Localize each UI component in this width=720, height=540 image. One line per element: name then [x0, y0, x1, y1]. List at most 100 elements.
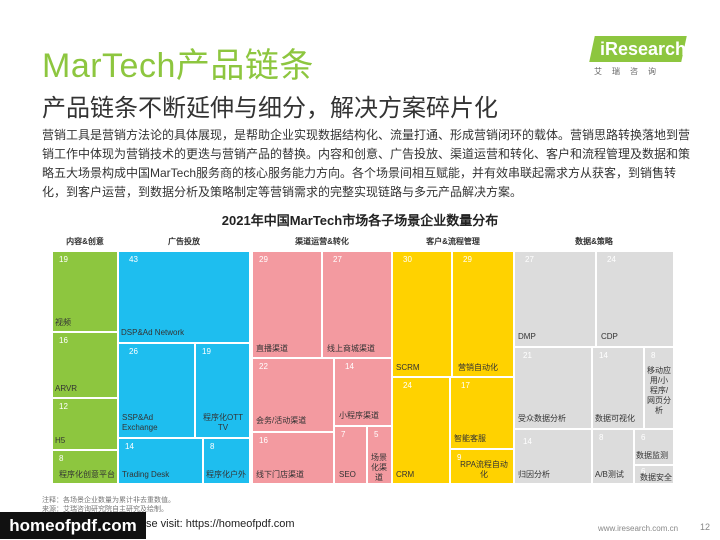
- cell-label: 小程序渠道: [339, 411, 379, 420]
- cell-value: 17: [461, 381, 470, 390]
- logo-text: iResearch: [600, 39, 687, 59]
- cell-label: 数据安全: [640, 473, 672, 482]
- cell-label: SSP&Ad Exchange: [122, 413, 158, 432]
- cell-value: 24: [403, 381, 412, 390]
- treemap-cell: 19 视频: [52, 251, 118, 332]
- treemap-cell: 26 SSP&Ad Exchange: [118, 343, 195, 438]
- cell-label: 程序化户外: [206, 470, 246, 479]
- page-number: 12: [700, 522, 711, 532]
- page-subtitle: 产品链条不断延伸与细分，解决方案碎片化: [42, 95, 498, 122]
- cell-value: 14: [125, 442, 134, 451]
- page-title: MarTech产品链条: [42, 47, 314, 85]
- cell-label: 营销自动化: [458, 363, 498, 372]
- treemap-cell: 5 场景化渠道: [367, 426, 392, 484]
- cell-value: 29: [259, 255, 268, 264]
- category-ad-delivery: 广告投放: [168, 237, 200, 246]
- cell-label: RPA流程自动化: [460, 460, 508, 479]
- cell-label: 受众数据分析: [518, 414, 566, 423]
- treemap-cell: 27 DMP: [514, 251, 596, 347]
- category-data-strategy: 数据&策略: [575, 237, 613, 246]
- cell-label: CDP: [601, 332, 618, 341]
- treemap-cell: 19 程序化OTT TV: [195, 343, 250, 438]
- cell-label: H5: [55, 436, 66, 445]
- treemap-cell: 6 数据监测: [634, 429, 674, 465]
- intro-paragraph: 营销工具是营销方法论的具体展现，是帮助企业实现数据结构化、流量打通、形成营销闭环…: [42, 128, 691, 199]
- cell-label: SCRM: [396, 363, 420, 372]
- treemap-cell: 21 受众数据分析: [514, 347, 592, 429]
- treemap-cell: 30 SCRM: [392, 251, 452, 377]
- cell-label: 数据监测: [636, 451, 668, 460]
- cell-value: 6: [641, 433, 646, 442]
- treemap-cell: 8 程序化户外: [203, 438, 250, 484]
- cell-label: 会务/活动渠道: [256, 416, 307, 425]
- treemap-cell: 29 直播渠道: [252, 251, 322, 358]
- cell-value: 26: [129, 347, 138, 356]
- cell-label: 归因分析: [518, 470, 550, 479]
- cell-value: 8: [599, 433, 604, 442]
- cell-label: 视频: [55, 318, 71, 327]
- treemap-cell: 14 小程序渠道: [334, 358, 392, 426]
- watermark-link[interactable]: se visit: https://homeofpdf.com: [146, 518, 295, 530]
- cell-label: ARVR: [55, 384, 78, 393]
- cell-value: 30: [403, 255, 412, 264]
- cell-label: 数据可视化: [595, 414, 635, 423]
- cell-label: DMP: [518, 332, 536, 341]
- cell-label: 移动应用/小程序/网页分析: [647, 366, 671, 415]
- cell-value: 19: [202, 347, 211, 356]
- cell-label: 程序化创意平台: [59, 470, 115, 479]
- cell-value: 24: [607, 255, 616, 264]
- treemap-cell: 14 数据可视化: [592, 347, 644, 429]
- treemap-cell: 24 CDP: [596, 251, 674, 347]
- cell-value: 7: [341, 430, 346, 439]
- category-customer-process: 客户&流程管理: [426, 237, 480, 246]
- treemap-cell: 8 A/B测试: [592, 429, 634, 484]
- watermark-banner: homeofpdf.com: [0, 512, 146, 539]
- cell-value: 14: [599, 351, 608, 360]
- treemap-cell: 27 线上商城渠道: [322, 251, 392, 358]
- chart-title: 2021年中国MarTech市场各子场景企业数量分布: [221, 213, 499, 228]
- cell-label: DSP&Ad Network: [121, 328, 185, 337]
- note-line: 注释：各场景企业数量为累计非去重数值。: [42, 497, 175, 504]
- treemap-cell: 14 Trading Desk: [118, 438, 203, 484]
- iresearch-logo: iResearch 艾瑞咨询: [589, 34, 688, 80]
- treemap-cell: 12 H5: [52, 398, 118, 450]
- cell-value: 27: [525, 255, 534, 264]
- cell-label: 线上商城渠道: [327, 344, 375, 353]
- cell-label: CRM: [396, 470, 415, 479]
- cell-value: 12: [59, 402, 68, 411]
- treemap-cell: 6 数据安全: [634, 465, 674, 484]
- cell-value: 43: [129, 255, 138, 264]
- cell-value: 22: [259, 362, 268, 371]
- cell-value: 21: [523, 351, 532, 360]
- cell-label: SEO: [339, 470, 356, 479]
- treemap-cell: 9 RPA流程自动化: [450, 449, 514, 484]
- treemap-cell: 14 归因分析: [514, 429, 592, 484]
- logo-subtext: 艾瑞咨询: [594, 67, 666, 76]
- treemap-cell: 24 CRM: [392, 377, 450, 484]
- cell-label: 智能客服: [454, 434, 486, 443]
- cell-value: 29: [463, 255, 472, 264]
- treemap-cell: 8 移动应用/小程序/网页分析: [644, 347, 674, 429]
- cell-value: 14: [345, 362, 354, 371]
- treemap-cell: 29 营销自动化: [452, 251, 514, 377]
- treemap-cell: 16 线下门店渠道: [252, 432, 334, 484]
- category-content-creative: 内容&创意: [66, 237, 104, 246]
- treemap-cell: 7 SEO: [334, 426, 367, 484]
- cell-value: 16: [259, 436, 268, 445]
- cell-label: Trading Desk: [122, 470, 170, 479]
- treemap-cell: 43 DSP&Ad Network: [118, 251, 250, 343]
- cell-value: 19: [59, 255, 68, 264]
- cell-label: 线下门店渠道: [256, 470, 304, 479]
- cell-value: 8: [210, 442, 215, 451]
- cell-label: 程序化OTT TV: [203, 413, 243, 432]
- treemap-cell: 22 会务/活动渠道: [252, 358, 334, 432]
- category-channel-ops: 渠道运营&转化: [295, 237, 349, 246]
- footer-url[interactable]: www.iresearch.com.cn: [598, 524, 678, 533]
- cell-value: 27: [333, 255, 342, 264]
- treemap-cell: 17 智能客服: [450, 377, 514, 449]
- cell-label: 场景化渠道: [371, 453, 387, 482]
- cell-value: 16: [59, 336, 68, 345]
- cell-label: A/B测试: [595, 470, 624, 479]
- treemap-cell: 8 程序化创意平台: [52, 450, 118, 484]
- cell-value: 8: [59, 454, 64, 463]
